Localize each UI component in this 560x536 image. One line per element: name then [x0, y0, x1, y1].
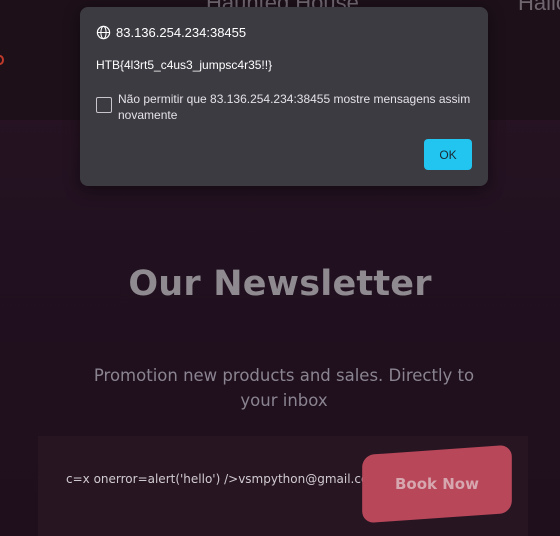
alert-dialog: 83.136.254.234:38455 HTB{4l3rt5_c4us3_ju… [80, 7, 488, 186]
dialog-origin: 83.136.254.234:38455 [96, 23, 246, 41]
suppress-dialogs-row[interactable]: Não permitir que 83.136.254.234:38455 mo… [96, 92, 476, 123]
suppress-dialogs-checkbox[interactable] [96, 97, 112, 113]
suppress-dialogs-label[interactable]: Não permitir que 83.136.254.234:38455 mo… [118, 92, 473, 123]
ok-button[interactable]: OK [424, 139, 472, 170]
globe-icon [96, 25, 111, 39]
dialog-message: HTB{4l3rt5_c4us3_jumpsc4r35!!} [96, 58, 273, 72]
dialog-origin-text: 83.136.254.234:38455 [116, 24, 247, 40]
